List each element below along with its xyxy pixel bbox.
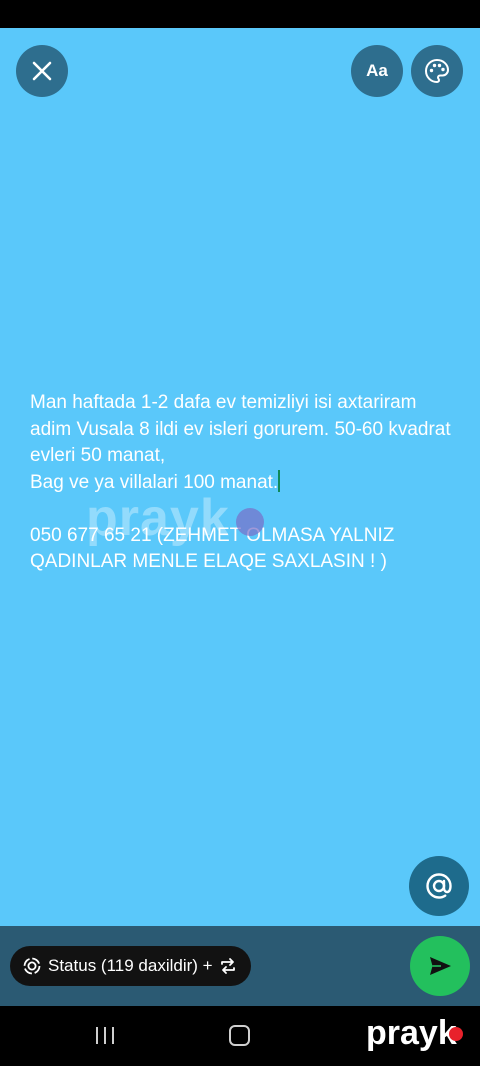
text-style-button[interactable]: Aa — [351, 45, 403, 97]
status-ring-icon — [23, 957, 41, 975]
prayk-logo: prayk — [366, 1014, 457, 1052]
status-audience-label: Status (119 daxildir) + — [48, 956, 213, 975]
mention-button[interactable] — [409, 856, 469, 916]
home-icon[interactable] — [229, 1025, 250, 1046]
send-button[interactable] — [410, 936, 470, 996]
close-icon — [32, 61, 52, 81]
status-composer-canvas[interactable]: Aa Man haftada 1-2 dafa ev temizliyi isi… — [0, 28, 480, 926]
system-status-bar — [0, 0, 480, 28]
watermark-dot — [236, 508, 264, 536]
status-audience-button[interactable]: Status (119 daxildir) + — [10, 946, 251, 986]
text-style-label: Aa — [366, 61, 388, 80]
watermark-text: prayk — [86, 489, 230, 547]
system-navigation-bar: prayk — [0, 1006, 480, 1066]
send-icon — [430, 957, 451, 975]
recents-icon[interactable] — [96, 1027, 114, 1044]
at-icon — [426, 873, 452, 899]
palette-icon — [424, 58, 450, 84]
status-body-text: Man haftada 1-2 dafa ev temizliyi isi ax… — [30, 392, 451, 493]
prayk-logo-dot — [449, 1027, 463, 1041]
text-cursor — [278, 469, 281, 492]
swap-icon — [220, 958, 235, 974]
close-button[interactable] — [16, 45, 68, 97]
status-bottom-bar: Status (119 daxildir) + — [0, 926, 480, 1006]
background-color-button[interactable] — [411, 45, 463, 97]
